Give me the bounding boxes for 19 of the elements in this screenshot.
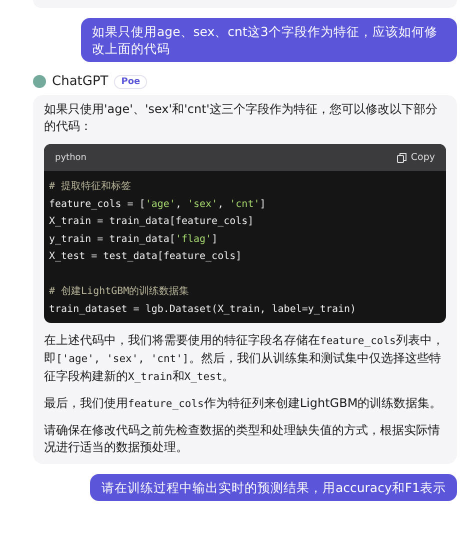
copy-icon xyxy=(396,152,407,162)
user-message: 如果只使用age、sex、cnt这3个字段作为特征，应该如何修改上面的代码 xyxy=(81,18,457,62)
code-line: y_train = train_data['flag'] xyxy=(49,232,219,246)
code-line: # 创建LightGBM的训练数据集 xyxy=(49,284,190,299)
code-line: X_train = train_data[feature_cols] xyxy=(49,215,255,229)
message-paragraph: 如果只使用'age'、'sex'和'cnt'这三个字段作为特征，您可以修改以下部分的代码： xyxy=(44,101,439,135)
code-line: train_dataset = lgb.Dataset(X_train, label=y_train) xyxy=(49,302,358,316)
bot-name: ChatGPT xyxy=(52,74,108,89)
code-line: X_test = test_data[feature_cols] xyxy=(49,250,243,264)
code-line: feature_cols = ['age', 'sex', 'cnt'] xyxy=(49,198,267,212)
bot-avatar xyxy=(33,75,46,88)
code-line: # 提取特征和标签 xyxy=(49,180,132,194)
code-language: python xyxy=(55,152,86,162)
user-message: 请在训练过程中输出实时的预测结果，用accuracy和F1表示 xyxy=(90,474,457,501)
message-paragraph: 请确保在修改代码之前先检查数据的类型和处理缺失值的方式，根据实际情况进行适当的数据预处理。 xyxy=(44,422,441,456)
bot-badge: Poe xyxy=(114,74,148,88)
message-paragraph: 最后，我们使用feature_cols作为特征列来创建LightGBM的训练数据集。 xyxy=(44,395,443,412)
copy-button[interactable]: Copy xyxy=(396,152,435,163)
message-paragraph: 在上述代码中，我们将需要使用的特征字段名存储在feature_cols列表中，即['age', 'sex', 'cnt']。然后，我们从训练集和测试集中仅选择这些特征字段构建新的X_train和X_test。 xyxy=(44,332,445,385)
